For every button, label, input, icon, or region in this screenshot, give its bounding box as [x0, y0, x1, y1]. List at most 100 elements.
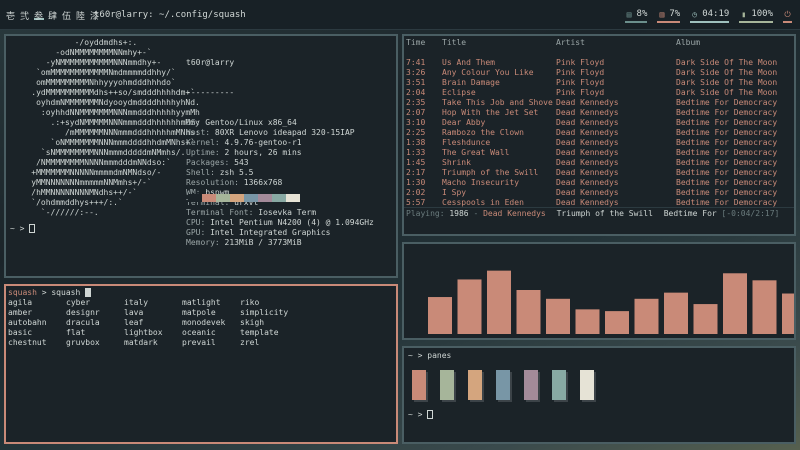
track-row[interactable]: 7:41 Us And Them Pink Floyd Dark Side Of Th…: [406, 58, 800, 68]
theme-item[interactable]: lightbox: [124, 328, 182, 338]
workspace-1[interactable]: 壱: [6, 9, 16, 22]
panes-prompt[interactable]: ~ > panes: [408, 351, 451, 360]
music-player[interactable]: Time Title Artist Album 7:41 Us And Them P…: [402, 34, 796, 236]
workspace-6[interactable]: 陸: [76, 9, 86, 22]
track-row[interactable]: 2:25 Rambozo the Clown Dead Kennedys Bedtim…: [406, 128, 800, 138]
now-playing-year: 1986: [449, 209, 469, 218]
theme-item[interactable]: monodevek: [182, 318, 240, 328]
track-row[interactable]: 1:38 Fleshdunce Dead Kennedys Bedtime For D…: [406, 138, 800, 148]
track-row[interactable]: 3:26 Any Colour You Like Pink Floyd Dark Si…: [406, 68, 800, 78]
workspace-4[interactable]: 肆: [48, 9, 58, 22]
separator: ----------: [186, 88, 235, 97]
theme-item[interactable]: matlight: [182, 298, 240, 308]
theme-item[interactable]: basic: [8, 328, 66, 338]
theme-item[interactable]: agila: [8, 298, 66, 308]
track-row[interactable]: 1:45 Shrink Dead Kennedys Bedtime For Democ…: [406, 158, 800, 168]
track-title: Eclipse: [442, 88, 476, 97]
track-row[interactable]: 2:35 Take This Job and Shove It Dead Kenne…: [406, 98, 800, 108]
theme-item[interactable]: matdark: [124, 338, 182, 348]
info-key: GPU:: [186, 228, 206, 237]
theme-item[interactable]: prevail: [182, 338, 240, 348]
theme-item[interactable]: amber: [8, 308, 66, 318]
track-row[interactable]: 2:04 Eclipse Pink Floyd Dark Side Of The Mo…: [406, 88, 800, 98]
theme-item[interactable]: italy: [124, 298, 182, 308]
workspace-5[interactable]: 伍: [62, 9, 72, 22]
squash-prompt[interactable]: squash > squash: [8, 288, 92, 297]
col-time[interactable]: Time: [406, 38, 442, 48]
theme-item[interactable]: riko: [240, 298, 298, 308]
theme-item[interactable]: lava: [124, 308, 182, 318]
now-playing-label: Playing:: [406, 209, 445, 218]
track-time: 2:04: [406, 88, 426, 97]
track-time: 3:51: [406, 78, 426, 87]
track-album: Bedtime For Democracy: [676, 138, 778, 147]
status-clock[interactable]: ◷ 04:19: [690, 9, 730, 23]
playlist-header: Time Title Artist Album: [406, 38, 786, 48]
info-value: 543: [229, 158, 249, 167]
status-power[interactable]: ⏻: [783, 9, 792, 23]
track-time: 1:33: [406, 148, 426, 157]
text-cursor: [85, 288, 92, 297]
theme-item[interactable]: cyber: [66, 298, 124, 308]
track-row[interactable]: 3:10 Dear Abby Dead Kennedys Bedtime For De…: [406, 118, 800, 128]
track-artist: Dead Kennedys: [556, 128, 619, 137]
info-row: OS: Gentoo/Linux x86_64: [186, 118, 374, 128]
theme-item[interactable]: gruvbox: [66, 338, 124, 348]
track-album: Bedtime For Democracy: [676, 118, 778, 127]
text-cursor: [427, 410, 434, 419]
track-row[interactable]: 1:30 Macho Insecurity Dead Kennedys Bedtime…: [406, 178, 800, 188]
visualizer-bar: [782, 293, 794, 334]
status-battery[interactable]: ▮ 100%: [739, 9, 773, 23]
terminal-panes[interactable]: ~ > panes ~ >: [402, 346, 796, 444]
workspace-2[interactable]: 弐: [20, 9, 30, 22]
info-value: 1366x768: [238, 178, 283, 187]
terminal-neofetch[interactable]: -/oyddmdhs+:. -odNMMMMMMMMNNmhy+-` -yNMM…: [4, 34, 398, 278]
theme-item[interactable]: simplicity: [240, 308, 298, 318]
user-host: t60r@larry: [186, 58, 235, 67]
track-title: Dear Abby: [442, 118, 486, 127]
visualizer-bar: [752, 280, 777, 334]
theme-item[interactable]: zrel: [240, 338, 298, 348]
status-value: 8%: [636, 9, 648, 19]
ascii-logo: -/oyddmdhs+:. -odNMMMMMMMMNNmhy+-` -yNMM…: [31, 38, 200, 217]
track-row[interactable]: 2:17 Triumph of the Swill Dead Kennedys Bed…: [406, 168, 800, 178]
workspace-3[interactable]: 参: [34, 9, 44, 22]
info-key: Memory:: [186, 238, 220, 247]
info-key: Host:: [186, 128, 211, 137]
track-row[interactable]: 2:07 Hop With the Jet Set Dead Kennedys Bed…: [406, 108, 800, 118]
track-row[interactable]: 2:02 I Spy Dead Kennedys Bedtime For Democr…: [406, 188, 800, 198]
theme-item[interactable]: template: [240, 328, 298, 338]
col-artist[interactable]: Artist: [556, 38, 676, 48]
visualizer-bar: [575, 309, 600, 334]
track-title: Brain Damage: [442, 78, 500, 87]
col-album[interactable]: Album: [676, 38, 786, 48]
status-cpu[interactable]: ▤ 8%: [624, 9, 648, 23]
panes-prompt-2[interactable]: ~ >: [408, 410, 434, 419]
theme-item[interactable]: chestnut: [8, 338, 66, 348]
info-key: Uptime:: [186, 148, 220, 157]
track-album: Dark Side Of The Moon: [676, 58, 778, 67]
track-artist: Dead Kennedys: [556, 108, 619, 117]
track-time: 1:38: [406, 138, 426, 147]
theme-item[interactable]: leaf: [124, 318, 182, 328]
shell-prompt[interactable]: ~ >: [10, 224, 36, 233]
theme-item[interactable]: oceanic: [182, 328, 240, 338]
theme-item[interactable]: autobahn: [8, 318, 66, 328]
theme-item[interactable]: designr: [66, 308, 124, 318]
terminal-squash[interactable]: squash > squash agila cyber italy matlight r…: [4, 284, 398, 444]
track-artist: Dead Kennedys: [556, 148, 619, 157]
track-album: Bedtime For Democracy: [676, 128, 778, 137]
track-row[interactable]: 1:33 The Great Wall Dead Kennedys Bedtime F…: [406, 148, 800, 158]
theme-item[interactable]: dracula: [66, 318, 124, 328]
col-title[interactable]: Title: [442, 38, 556, 48]
track-title: Any Colour You Like: [442, 68, 534, 77]
visualizer-bar: [546, 298, 570, 334]
theme-item[interactable]: matpole: [182, 308, 240, 318]
theme-item[interactable]: flat: [66, 328, 124, 338]
theme-item[interactable]: skigh: [240, 318, 298, 328]
track-artist: Pink Floyd: [556, 88, 605, 97]
track-row[interactable]: 3:51 Brain Damage Pink Floyd Dark Side Of T…: [406, 78, 800, 88]
status-memory[interactable]: ▥ 7%: [657, 9, 681, 23]
visualizer-bar: [516, 290, 541, 334]
cpu-icon: ▤: [626, 9, 632, 19]
